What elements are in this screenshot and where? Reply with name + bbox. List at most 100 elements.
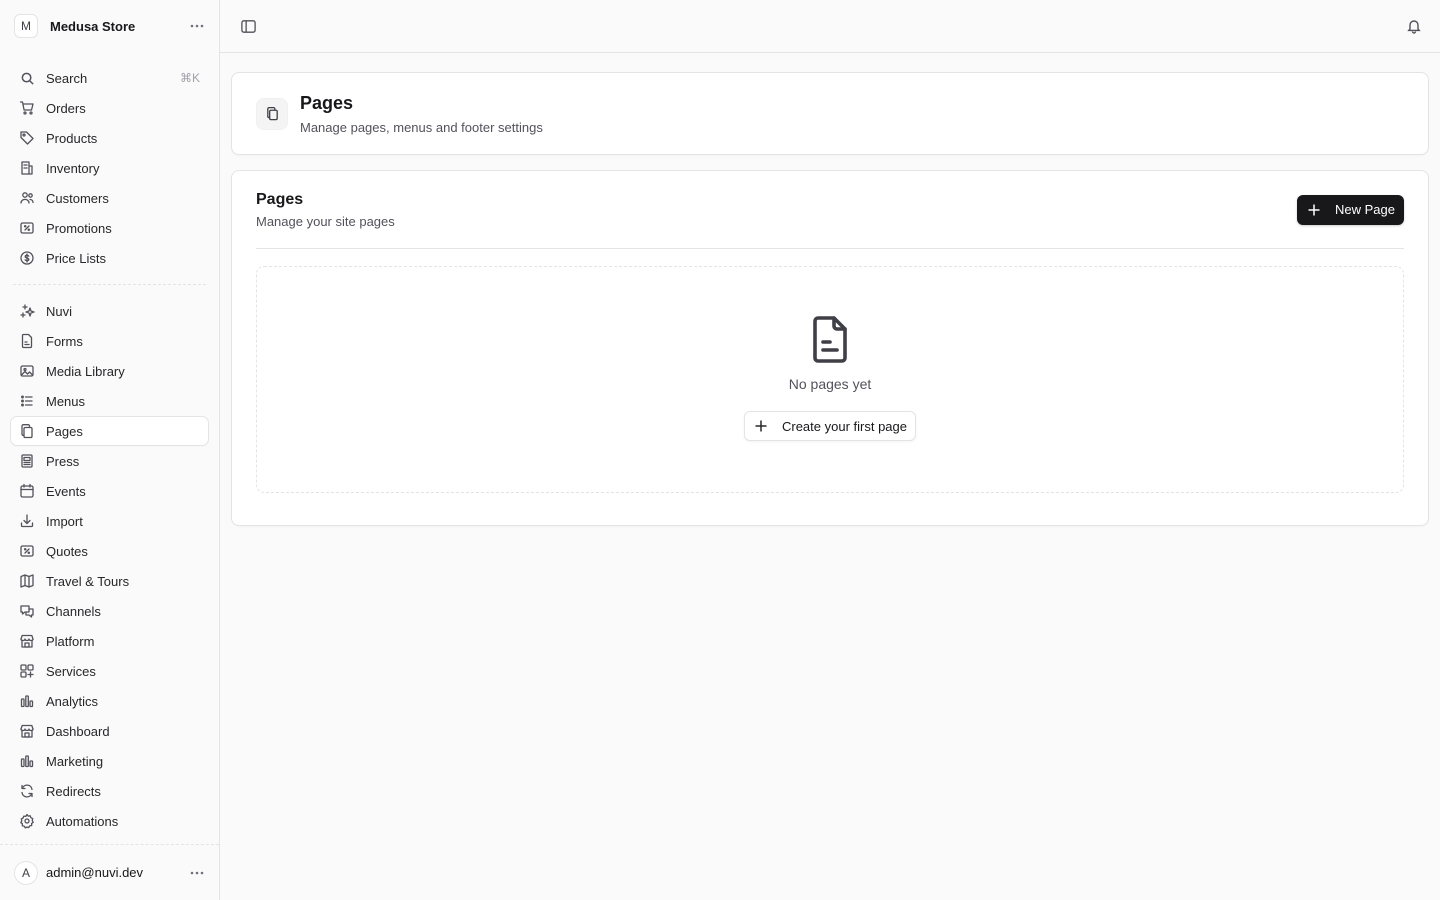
cog-icon [19,813,35,829]
bell-icon[interactable] [1404,16,1424,36]
building-icon [19,160,35,176]
sidebar-item-customers[interactable]: Customers [11,184,208,212]
document-text-icon [19,333,35,349]
sidebar-item-analytics[interactable]: Analytics [11,687,208,715]
store-menu-icon[interactable] [187,16,207,36]
document-text-icon [808,315,852,366]
search-label: Search [46,70,88,86]
new-page-button[interactable]: New Page [1297,194,1404,225]
chat-bubbles-icon [19,603,35,619]
building-storefront-icon [19,723,35,739]
sidebar-item-forms[interactable]: Forms [11,327,208,355]
sidebar-item-label: Inventory [46,160,100,176]
user-email: admin@nuvi.dev [46,865,144,880]
sidebar-item-label: Import [46,513,83,529]
page-header-card: Pages Manage pages, menus and footer set… [231,72,1429,155]
topbar [220,0,1440,53]
sidebar-item-promotions[interactable]: Promotions [11,214,208,242]
bar-chart-icon [19,753,35,769]
sidebar-item-menus[interactable]: Menus [11,387,208,415]
documents-icon [256,97,288,130]
bar-chart-icon [19,693,35,709]
sidebar-item-label: Products [46,130,98,146]
sidebar-item-label: Pages [46,423,83,439]
sidebar-item-events[interactable]: Events [11,477,208,505]
sidebar-item-label: Events [46,483,86,499]
sidebar-toggle-icon[interactable] [238,16,258,36]
sidebar-item-label: Redirects [46,783,101,799]
sidebar-item-travel-tours[interactable]: Travel & Tours [11,567,208,595]
documents-icon [19,423,35,439]
sidebar-item-inventory[interactable]: Inventory [11,154,208,182]
arrow-path-icon [19,783,35,799]
empty-state: No pages yet Create your first page [256,266,1404,493]
new-page-label: New Page [1335,202,1395,217]
sidebar-item-label: Platform [46,633,95,649]
create-first-page-label: Create your first page [781,418,907,434]
page-content: Pages Manage pages, menus and footer set… [220,53,1440,526]
sidebar-item-label: Travel & Tours [46,573,130,589]
sidebar-item-dashboard[interactable]: Dashboard [11,717,208,745]
receipt-percent-icon [19,543,35,559]
sidebar-item-label: Channels [46,603,101,619]
sidebar-divider [13,284,206,285]
user-menu-icon[interactable] [187,863,207,883]
sidebar-item-automations[interactable]: Automations [11,807,208,835]
sidebar-item-label: Media Library [46,363,125,379]
building-storefront-icon [19,633,35,649]
sidebar-item-label: Menus [46,393,86,409]
sidebar-item-nuvi[interactable]: Nuvi [11,297,208,325]
search-item[interactable]: Search ⌘K [11,64,208,92]
sidebar-item-label: Nuvi [46,303,73,319]
sidebar-item-quotes[interactable]: Quotes [11,537,208,565]
sidebar-item-label: Analytics [46,693,99,709]
search-shortcut: ⌘K [179,71,200,85]
sparkles-icon [19,303,35,319]
plus-icon [754,419,768,433]
user-avatar: A [14,860,38,885]
arrow-down-tray-icon [19,513,35,529]
sidebar-item-services[interactable]: Services [11,657,208,685]
cart-icon [19,100,35,116]
empty-state-text: No pages yet [788,376,872,392]
user-menu[interactable]: A admin@nuvi.dev [0,844,219,900]
sidebar-item-label: Services [46,663,96,679]
search-icon [19,70,35,86]
sidebar-item-import[interactable]: Import [11,507,208,535]
sidebar-item-channels[interactable]: Channels [11,597,208,625]
sidebar-item-label: Customers [46,190,109,206]
newspaper-icon [19,453,35,469]
sidebar-item-press[interactable]: Press [11,447,208,475]
tag-icon [19,130,35,146]
photo-icon [19,363,35,379]
users-icon [19,190,35,206]
receipt-percent-icon [19,220,35,236]
calendar-icon [19,483,35,499]
sidebar-item-label: Press [46,453,80,469]
sidebar-item-products[interactable]: Products [11,124,208,152]
page-subtitle: Manage pages, menus and footer settings [300,119,543,135]
sidebar-item-label: Orders [46,100,86,116]
sidebar-item-orders[interactable]: Orders [11,94,208,122]
page-title: Pages [300,92,354,113]
sidebar-item-label: Quotes [46,543,88,559]
sidebar-item-redirects[interactable]: Redirects [11,777,208,805]
pages-card-header: Pages Manage your site pages New Page [256,171,1404,249]
sidebar-item-label: Automations [46,813,119,829]
pages-section-subtitle: Manage your site pages [256,213,395,229]
sidebar-item-pages[interactable]: Pages [11,417,208,445]
sidebar-item-platform[interactable]: Platform [11,627,208,655]
plus-icon [1307,203,1321,217]
sidebar-item-label: Promotions [46,220,112,236]
sidebar-item-marketing[interactable]: Marketing [11,747,208,775]
pages-card: Pages Manage your site pages New Page No… [231,170,1429,526]
sidebar-item-price-lists[interactable]: Price Lists [11,244,208,272]
main-area: Pages Manage pages, menus and footer set… [220,0,1440,900]
sidebar-item-label: Forms [46,333,83,349]
squares-plus-icon [19,663,35,679]
main-nav: Search ⌘K Orders Products Inventory Custome… [0,52,219,274]
pages-section-title: Pages [256,190,304,208]
store-switcher[interactable]: M Medusa Store [0,0,219,52]
sidebar-item-media-library[interactable]: Media Library [11,357,208,385]
create-first-page-button[interactable]: Create your first page [743,411,916,441]
